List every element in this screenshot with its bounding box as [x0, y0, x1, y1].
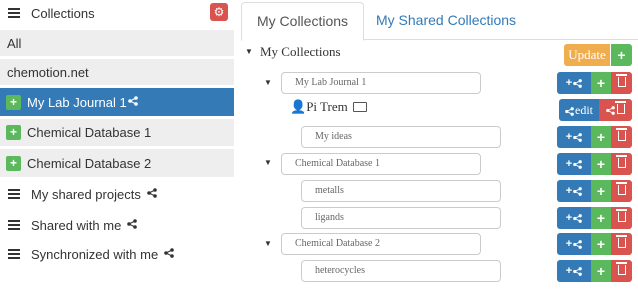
- trash-icon: [615, 262, 627, 275]
- sidebar-item-label: My Lab Journal 1: [27, 94, 127, 110]
- trash-icon: [615, 101, 626, 114]
- delete-collection-button[interactable]: [611, 207, 632, 229]
- delete-collection-button[interactable]: [611, 72, 632, 94]
- sidebar-item-label: All: [7, 35, 22, 51]
- trash-icon: [615, 235, 627, 248]
- sidebar-item-my-shared-projects[interactable]: My shared projects: [0, 181, 234, 207]
- collection-name-input[interactable]: My Lab Journal 1: [281, 72, 481, 94]
- sidebar-item-label: Chemical Database 2: [27, 155, 152, 171]
- sidebar-item-label: Shared with me: [31, 217, 122, 233]
- share-collection-button[interactable]: +: [557, 233, 591, 255]
- shared-user: 👤Pi Trem: [290, 99, 367, 115]
- trash-icon: [615, 182, 627, 195]
- caret-down-icon[interactable]: ▼: [264, 239, 272, 248]
- add-subcollection-button[interactable]: +: [591, 233, 611, 255]
- sidebar-item-chemotion[interactable]: chemotion.net: [0, 59, 234, 85]
- caret-down-icon[interactable]: ▼: [245, 47, 253, 56]
- caret-down-icon[interactable]: ▼: [264, 78, 272, 87]
- share-collection-button[interactable]: +: [557, 180, 591, 202]
- share-collection-button[interactable]: +: [557, 153, 591, 175]
- sidebar-item-synchronized-with-me[interactable]: Synchronized with me: [0, 241, 234, 267]
- user-icon: 👤: [290, 99, 307, 114]
- add-subcollection-button[interactable]: +: [591, 207, 611, 229]
- share-icon: [127, 95, 138, 109]
- collections-header: Collections ⚙: [0, 0, 234, 26]
- add-sample-icon[interactable]: +: [6, 94, 21, 110]
- tab-my-collections[interactable]: My Collections: [241, 2, 365, 41]
- sidebar-item-chemical-database-2[interactable]: + Chemical Database 2: [0, 149, 234, 177]
- trash-icon: [615, 209, 627, 222]
- sidebar-item-label: Synchronized with me: [31, 246, 159, 262]
- delete-collection-button[interactable]: [611, 153, 632, 175]
- add-sample-icon[interactable]: +: [6, 125, 21, 140]
- sidebar-item-my-lab-journal-1[interactable]: + My Lab Journal 1: [0, 88, 234, 116]
- edit-share-button[interactable]: edit: [559, 99, 599, 121]
- tab-my-shared-collections[interactable]: My Shared Collections: [361, 2, 531, 41]
- collection-name-input[interactable]: Chemical Database 2: [281, 233, 481, 255]
- share-collection-button[interactable]: +: [557, 260, 591, 282]
- add-subcollection-button[interactable]: +: [591, 180, 611, 202]
- add-subcollection-button[interactable]: +: [591, 153, 611, 175]
- caret-down-icon[interactable]: ▼: [264, 158, 272, 167]
- list-icon: [8, 249, 20, 259]
- share-collection-button[interactable]: +: [557, 72, 591, 94]
- delete-collection-button[interactable]: [611, 126, 632, 148]
- collection-name-input[interactable]: Chemical Database 1: [281, 153, 481, 175]
- collections-title: Collections: [31, 5, 95, 21]
- update-button[interactable]: Update: [564, 44, 610, 66]
- sidebar-item-chemical-database-1[interactable]: + Chemical Database 1: [0, 119, 234, 146]
- collection-name-input[interactable]: heterocycles: [301, 260, 501, 282]
- share-icon: [147, 187, 157, 201]
- sidebar-item-label: Chemical Database 1: [27, 125, 152, 140]
- share-icon: [164, 247, 174, 261]
- add-subcollection-button[interactable]: +: [591, 260, 611, 282]
- collection-name-input[interactable]: My ideas: [301, 126, 501, 148]
- add-subcollection-button[interactable]: +: [591, 72, 611, 94]
- add-collection-button[interactable]: +: [611, 44, 632, 66]
- collection-name-input[interactable]: ligands: [301, 207, 501, 229]
- edit-label: edit: [575, 103, 593, 117]
- share-collection-button[interactable]: +: [557, 207, 591, 229]
- list-icon: [8, 220, 20, 230]
- delete-collection-button[interactable]: [611, 180, 632, 202]
- gear-icon[interactable]: ⚙: [210, 3, 228, 21]
- delete-collection-button[interactable]: [611, 233, 632, 255]
- share-icon: [127, 218, 138, 232]
- trash-icon: [615, 128, 627, 141]
- trash-icon: [615, 74, 627, 87]
- list-icon: [8, 8, 20, 18]
- tab-bar: My Collections My Shared Collections: [241, 0, 638, 41]
- collection-name-input[interactable]: metalls: [301, 180, 501, 202]
- collections-sidebar: Collections ⚙ All chemotion.net + My Lab…: [0, 0, 234, 289]
- sidebar-item-label: chemotion.net: [7, 64, 89, 80]
- id-card-icon: [352, 102, 367, 113]
- share-collection-button[interactable]: +: [557, 126, 591, 148]
- delete-collection-button[interactable]: [611, 260, 632, 282]
- shared-user-name: Pi Trem: [306, 99, 348, 114]
- sidebar-item-shared-with-me[interactable]: Shared with me: [0, 212, 234, 238]
- add-subcollection-button[interactable]: +: [591, 126, 611, 148]
- list-icon: [8, 189, 20, 199]
- sidebar-item-label: My shared projects: [31, 186, 141, 202]
- tree-root-label: My Collections: [260, 44, 341, 59]
- trash-icon: [615, 155, 627, 168]
- sidebar-item-all[interactable]: All: [0, 30, 234, 56]
- add-sample-icon[interactable]: +: [6, 155, 21, 171]
- delete-share-button[interactable]: [599, 99, 632, 121]
